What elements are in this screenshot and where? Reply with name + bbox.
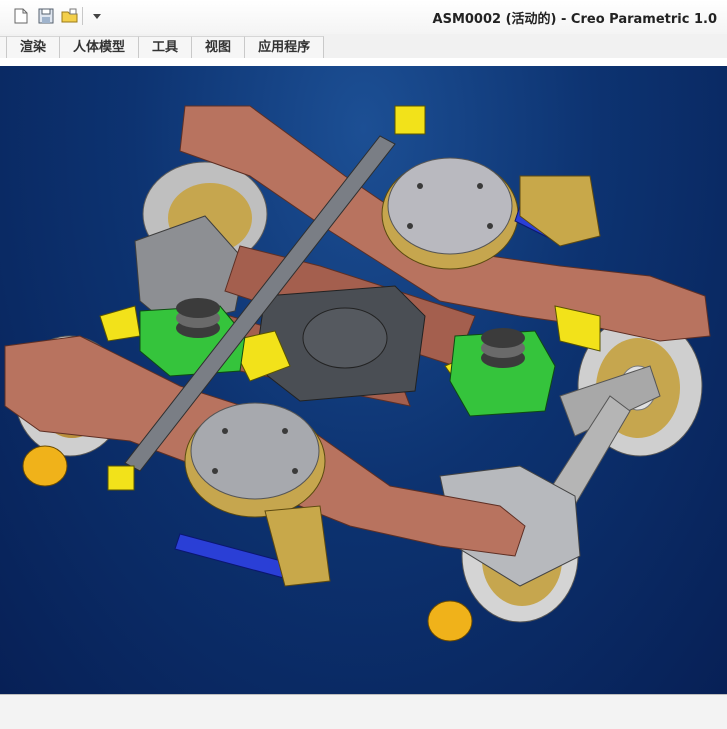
bogie-model — [4, 105, 711, 642]
ribbon-tab-bar: 渲染 人体模型 工具 视图 应用程序 — [0, 34, 727, 59]
customize-dropdown-icon[interactable] — [88, 7, 106, 25]
air-spring-front — [184, 402, 326, 518]
title-bar: ASM0002 (活动的) - Creo Parametric 1.0 — [0, 0, 727, 34]
window-title: ASM0002 (活动的) - Creo Parametric 1.0 — [432, 12, 717, 27]
new-file-icon[interactable] — [12, 7, 30, 25]
ribbon-collapsed-area — [0, 58, 727, 66]
tab-hidden-left[interactable] — [0, 36, 7, 58]
spring-right — [481, 328, 525, 368]
spring-left — [176, 298, 220, 338]
toolbar-separator — [82, 7, 83, 25]
rod-end-top — [394, 105, 426, 135]
rod-end-bottom — [107, 465, 135, 491]
bracket-yellow-3 — [99, 305, 141, 342]
tab-applications[interactable]: 应用程序 — [245, 36, 325, 58]
bearing-cap-right — [427, 600, 473, 642]
bearing-cap-left — [22, 445, 68, 487]
open-folder-icon[interactable] — [61, 7, 79, 25]
status-bar — [0, 694, 727, 729]
save-icon[interactable] — [37, 7, 55, 25]
graphics-viewport[interactable]: 机 — [0, 66, 727, 694]
tab-tools[interactable]: 工具 — [139, 36, 193, 58]
tab-view[interactable]: 视图 — [192, 36, 246, 58]
brake-unit-rear — [519, 175, 601, 247]
air-spring-rear — [381, 157, 519, 270]
tab-manikin[interactable]: 人体模型 — [60, 36, 140, 58]
tab-render[interactable]: 渲染 — [7, 36, 61, 58]
